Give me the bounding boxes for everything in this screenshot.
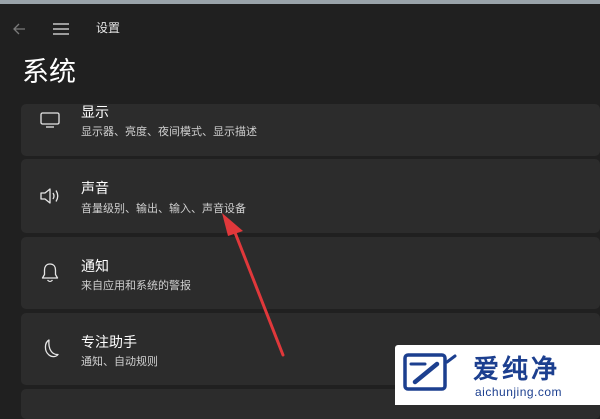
watermark-logo: 爱纯净 aichunjing.com xyxy=(395,345,600,405)
watermark-emblem xyxy=(403,353,457,391)
watermark-title: 爱纯净 xyxy=(473,355,561,385)
watermark-url: aichunjing.com xyxy=(475,385,563,399)
